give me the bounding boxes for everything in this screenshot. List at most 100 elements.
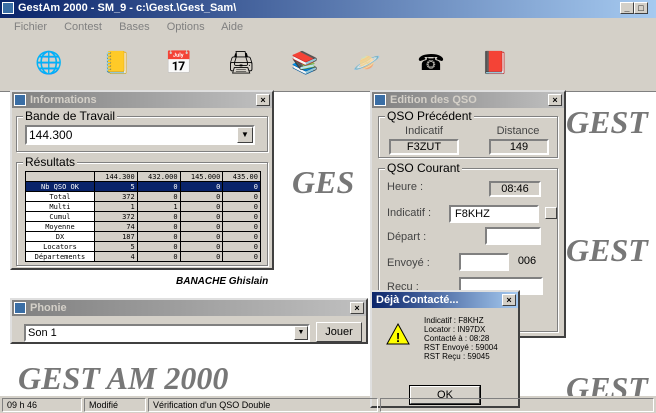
- planet-icon[interactable]: 🪐: [352, 48, 382, 78]
- table-cell: 0: [136, 181, 181, 192]
- status-bar: 09 h 46 Modifié Vérification d'un QSO Do…: [0, 396, 656, 413]
- table-cell: 0: [179, 241, 224, 252]
- chevron-down-icon[interactable]: ▼: [237, 127, 253, 143]
- table-row[interactable]: Multi 1 1 0 0: [25, 201, 261, 212]
- svg-text:!: !: [396, 330, 400, 345]
- envoye-label: Envoyé :: [387, 257, 430, 269]
- prev-distance-value: 149: [489, 139, 549, 155]
- phonie-window: Phonie × Son 1 ▼ Jouer: [10, 298, 368, 344]
- depart-label: Départ :: [387, 231, 427, 243]
- table-cell: 0: [179, 191, 224, 202]
- window-icon: [14, 94, 26, 106]
- close-icon[interactable]: ×: [256, 94, 270, 106]
- row-label: Cumul: [25, 211, 95, 222]
- table-cell: 0: [222, 241, 261, 252]
- depart-input[interactable]: [485, 227, 541, 245]
- indicatif-label: Indicatif :: [387, 207, 432, 219]
- window-icon: [374, 94, 386, 106]
- table-cell: 187: [93, 231, 138, 242]
- band-value: 144.300: [29, 128, 73, 142]
- table-cell: 372: [93, 191, 138, 202]
- results-group: Résultats 144.300 432.000 145.000 435.00…: [16, 155, 268, 266]
- dialog-message: Indicatif : F8KHZ Locator : IN97DX Conta…: [424, 316, 518, 361]
- table-cell: 0: [222, 211, 261, 222]
- dialog-line: Locator : IN97DX: [424, 325, 486, 334]
- row-label: Moyenne: [25, 221, 95, 232]
- already-contacted-dialog: Déjà Contacté... × ! Indicatif : F8KHZ L…: [370, 290, 520, 408]
- table-row[interactable]: Locators 5 0 0 0: [25, 241, 261, 252]
- menu-aide[interactable]: Aide: [221, 21, 243, 33]
- close-icon[interactable]: ×: [350, 302, 364, 314]
- current-qso-label: QSO Courant: [385, 161, 462, 175]
- calendar-icon[interactable]: 📅: [164, 48, 194, 78]
- envoye-input[interactable]: [459, 253, 509, 271]
- heure-label: Heure :: [387, 181, 424, 193]
- table-row[interactable]: Total 372 0 0 0: [25, 191, 261, 202]
- menu-fichier[interactable]: Fichier: [14, 21, 47, 33]
- table-cell: 0: [136, 191, 181, 202]
- phone-icon[interactable]: ☎: [416, 48, 446, 78]
- band-label: Bande de Travail: [23, 109, 118, 123]
- dialog-line: RST Reçu : 59045: [424, 352, 490, 361]
- maximize-icon[interactable]: □: [634, 2, 648, 14]
- band-select[interactable]: 144.300 ▼: [25, 125, 255, 145]
- table-cell: 5: [93, 241, 138, 252]
- status-empty: [380, 398, 654, 412]
- table-cell: 0: [179, 201, 224, 212]
- menu-contest[interactable]: Contest: [64, 21, 102, 33]
- informations-title-bar: Informations ×: [12, 92, 272, 108]
- dialog-title: Déjà Contacté...: [376, 294, 459, 306]
- status-message: Vérification d'un QSO Double: [148, 398, 378, 412]
- minimize-icon[interactable]: _: [620, 2, 634, 14]
- table-cell: 0: [136, 211, 181, 222]
- table-cell: 0: [136, 241, 181, 252]
- background-gest-right-3: GEST: [566, 370, 648, 396]
- table-cell: 0: [222, 181, 261, 192]
- close-icon[interactable]: ×: [502, 294, 516, 306]
- column-header: [25, 171, 95, 182]
- sound-select[interactable]: Son 1 ▼: [24, 324, 310, 342]
- qso-title-bar: Edition des QSO ×: [372, 92, 564, 108]
- row-label: Locators: [25, 241, 95, 252]
- prev-distance-header: Distance: [496, 125, 540, 137]
- chevron-down-icon[interactable]: ▼: [294, 326, 308, 340]
- status-time: 09 h 46: [2, 398, 82, 412]
- row-label: DX: [25, 231, 95, 242]
- close-icon[interactable]: ×: [548, 94, 562, 106]
- lookup-button[interactable]: [545, 207, 557, 219]
- row-label: Multi: [25, 201, 95, 212]
- prev-qso-group: QSO Précédent Indicatif Distance F3ZUT 1…: [378, 109, 558, 158]
- main-title-bar: GestAm 2000 - SM_9 - c:\Gest.\Gest_Sam\ …: [0, 0, 656, 18]
- indicatif-input[interactable]: F8KHZ: [449, 205, 539, 223]
- menu-bases[interactable]: Bases: [119, 21, 150, 33]
- background-gest-right-1: GEST: [566, 104, 648, 140]
- table-cell: 0: [179, 211, 224, 222]
- table-cell: 0: [222, 221, 261, 232]
- notebook-icon[interactable]: 📒: [102, 48, 132, 78]
- informations-window: Informations × Bande de Travail 144.300 …: [10, 90, 274, 270]
- background-name-text: BANACHE Ghislain: [176, 276, 269, 287]
- menu-options[interactable]: Options: [167, 21, 205, 33]
- menu-bar: Fichier Contest Bases Options Aide: [0, 18, 656, 36]
- band-group: Bande de Travail 144.300 ▼: [16, 109, 268, 152]
- column-header: 432.000: [136, 171, 181, 182]
- books-icon[interactable]: 📕: [480, 48, 510, 78]
- globe-icon[interactable]: 🌐: [34, 48, 64, 78]
- column-header: 145.000: [179, 171, 224, 182]
- warning-icon: !: [386, 322, 410, 346]
- row-label: Nb QSO OK: [25, 181, 95, 192]
- table-row[interactable]: Cumul 372 0 0 0: [25, 211, 261, 222]
- table-row[interactable]: DX 187 0 0 0: [25, 231, 261, 242]
- folder-stack-icon[interactable]: 📚: [290, 48, 320, 78]
- table-cell: 1: [136, 201, 181, 212]
- table-cell: 0: [222, 201, 261, 212]
- informations-title: Informations: [30, 94, 97, 106]
- play-button[interactable]: Jouer: [316, 322, 362, 342]
- table-cell: 0: [136, 251, 181, 262]
- table-row[interactable]: Nb QSO OK 5 0 0 0: [25, 181, 261, 192]
- table-row[interactable]: Départements 4 0 0 0: [25, 251, 261, 262]
- heure-value: 08:46: [489, 181, 541, 197]
- printer-icon[interactable]: 🖨: [226, 48, 256, 78]
- table-row[interactable]: Moyenne 74 0 0 0: [25, 221, 261, 232]
- table-cell: 0: [222, 231, 261, 242]
